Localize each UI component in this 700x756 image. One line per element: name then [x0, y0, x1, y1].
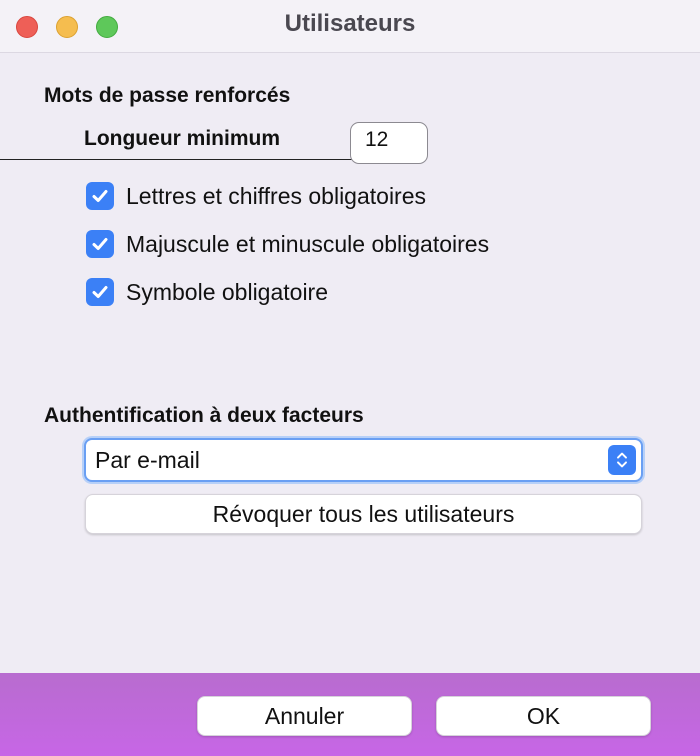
checkmark-icon [92, 286, 108, 298]
symbol-option[interactable]: Symbole obligatoire [86, 277, 328, 307]
cancel-button[interactable]: Annuler [197, 696, 412, 736]
select-arrows-icon[interactable] [608, 445, 636, 475]
upper-lower-checkbox[interactable] [86, 230, 114, 258]
min-length-input[interactable]: 12 [350, 122, 428, 164]
upper-lower-label: Majuscule et minuscule obligatoires [126, 230, 490, 257]
revoke-all-users-button[interactable]: Révoquer tous les utilisateurs [85, 494, 642, 534]
min-length-label: Longueur minimum [84, 127, 280, 150]
title-bar: Utilisateurs [0, 0, 700, 53]
two-factor-heading: Authentification à deux facteurs [44, 404, 364, 427]
strong-passwords-heading: Mots de passe renforcés [44, 84, 291, 107]
letters-digits-label: Lettres et chiffres obligatoires [126, 182, 427, 209]
checkmark-icon [92, 190, 108, 202]
symbol-label: Symbole obligatoire [126, 278, 329, 305]
letters-digits-checkbox[interactable] [86, 182, 114, 210]
two-factor-method-select[interactable]: Par e-mail [84, 438, 643, 482]
ok-button[interactable]: OK [436, 696, 651, 736]
two-factor-method-value: Par e-mail [95, 447, 200, 473]
window-title: Utilisateurs [284, 10, 416, 37]
checkmark-icon [92, 238, 108, 250]
upper-lower-option[interactable]: Majuscule et minuscule obligatoires [86, 229, 489, 259]
symbol-checkbox[interactable] [86, 278, 114, 306]
users-window: Utilisateurs Mots de passe renforcés Lon… [0, 0, 700, 756]
letters-digits-option[interactable]: Lettres et chiffres obligatoires [86, 181, 426, 211]
